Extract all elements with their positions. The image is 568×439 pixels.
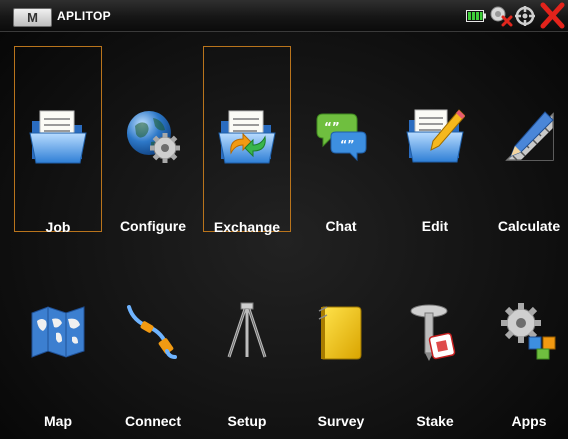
folder-document-icon xyxy=(29,110,87,164)
menu-label-edit: Edit xyxy=(421,218,449,234)
close-button[interactable] xyxy=(537,0,568,31)
menu-tile-setup[interactable]: Setup xyxy=(203,241,291,429)
gear-blocks-icon xyxy=(501,303,556,360)
folder-exchange-icon xyxy=(218,110,276,164)
menu-label-apps: Apps xyxy=(511,413,547,429)
app-screen: M APLITOP Job Configure Exchange “” “” C… xyxy=(0,0,568,439)
folder-edit-icon xyxy=(406,109,465,163)
menu-label-survey: Survey xyxy=(317,413,365,429)
cable-icon xyxy=(127,305,177,359)
menu-label-stake: Stake xyxy=(416,413,454,429)
menu-tile-stake[interactable]: Stake xyxy=(391,241,479,429)
menu-label-exchange: Exchange xyxy=(213,219,281,235)
world-map-icon xyxy=(31,306,85,358)
menu-label-connect: Connect xyxy=(125,413,181,429)
stake-pin-icon xyxy=(410,304,456,361)
globe-gear-icon xyxy=(127,111,180,163)
menu-tile-exchange[interactable]: Exchange xyxy=(203,46,291,235)
tripod-icon xyxy=(227,302,267,358)
notebook-icon xyxy=(318,306,362,360)
main-menu-button[interactable]: M xyxy=(13,8,52,27)
menu-tile-job[interactable]: Job xyxy=(14,46,102,235)
menu-tile-edit[interactable]: Edit xyxy=(391,46,479,234)
app-title: APLITOP xyxy=(57,9,111,23)
menu-label-job: Job xyxy=(45,219,71,235)
menu-tile-map[interactable]: Map xyxy=(14,241,102,429)
menu-label-setup: Setup xyxy=(227,413,267,429)
menu-tile-apps[interactable]: Apps xyxy=(485,241,568,429)
menu-tile-chat[interactable]: “” “” Chat xyxy=(297,46,385,234)
menu-tile-configure[interactable]: Configure xyxy=(109,46,197,234)
connection-status-icon[interactable] xyxy=(489,5,513,27)
gps-status-icon[interactable] xyxy=(514,5,536,27)
close-icon xyxy=(540,2,565,29)
menu-tile-calculate[interactable]: Calculate xyxy=(485,46,568,234)
svg-text:“”: “” xyxy=(340,138,354,151)
menu-tile-survey[interactable]: Survey xyxy=(297,241,385,429)
battery-icon[interactable] xyxy=(466,10,486,22)
menu-label-configure: Configure xyxy=(119,218,187,234)
chat-bubbles-icon: “” “” xyxy=(316,113,367,162)
menu-label-map: Map xyxy=(44,413,72,429)
menu-tile-connect[interactable]: Connect xyxy=(109,241,197,429)
ruler-pencil-icon xyxy=(505,111,554,161)
main-menu-grid: Job Configure Exchange “” “” Chat Edit C… xyxy=(12,34,566,434)
menu-label-chat: Chat xyxy=(325,218,357,234)
menu-label-calculate: Calculate xyxy=(497,218,561,234)
title-bar: M APLITOP xyxy=(0,0,568,32)
